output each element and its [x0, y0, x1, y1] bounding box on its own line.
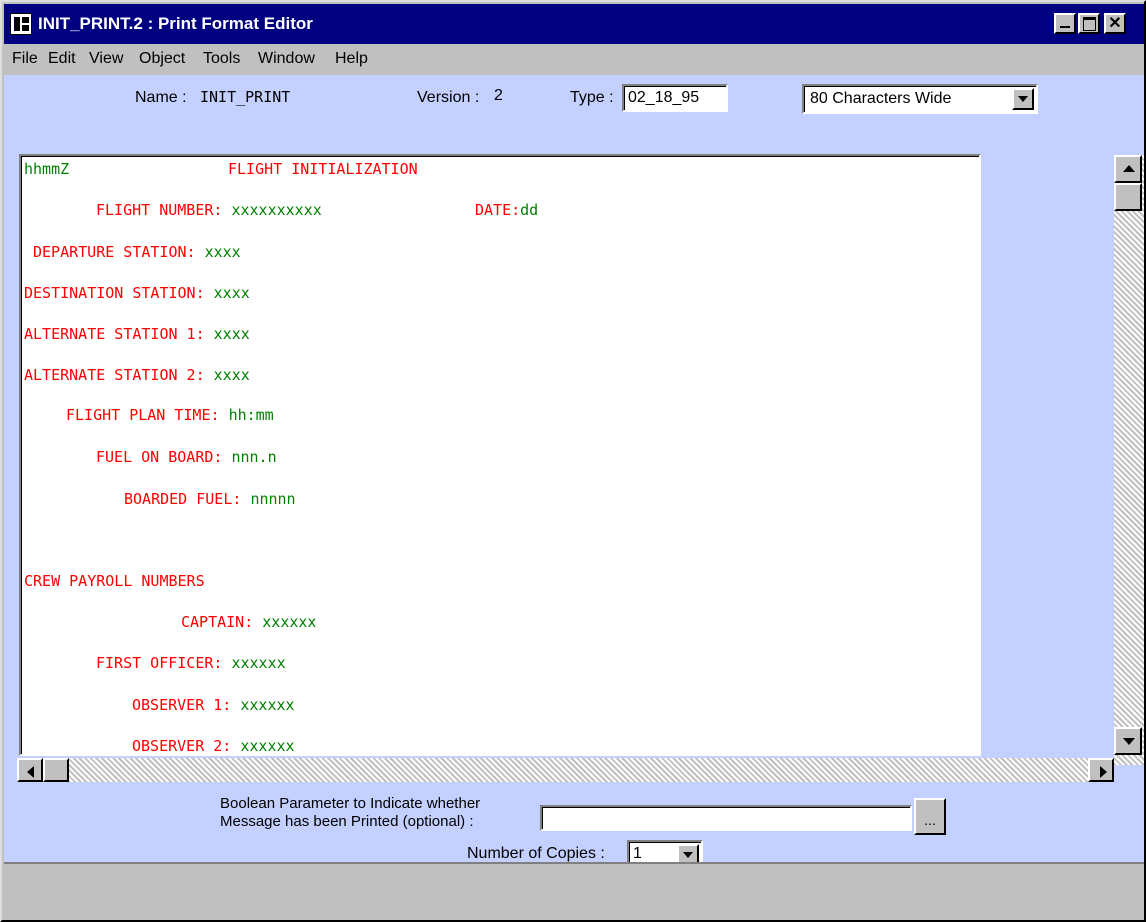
horizontal-scrollbar[interactable] [17, 758, 1114, 782]
scroll-up-icon[interactable] [1114, 155, 1142, 183]
menu-edit[interactable]: Edit [48, 50, 76, 68]
boolean-label-line2: Message has been Printed (optional) : [220, 813, 474, 830]
vertical-scroll-thumb[interactable] [1114, 183, 1142, 211]
editor-line: BOARDED FUEL: nnnnn [124, 490, 296, 508]
boolean-label-line1: Boolean Parameter to Indicate whether [220, 795, 481, 812]
menu-object[interactable]: Object [139, 50, 185, 68]
editor-line: CAPTAIN: xxxxxx [181, 613, 316, 631]
editor-line: DESTINATION STATION: xxxx [24, 284, 250, 302]
status-bar [4, 862, 1144, 920]
type-label: Type : [570, 89, 614, 106]
field-label: FLIGHT NUMBER: [96, 201, 223, 219]
scroll-down-icon[interactable] [1114, 727, 1142, 755]
field-value: xxxxxxxxxx [231, 201, 322, 219]
menu-file[interactable]: File [12, 50, 38, 68]
width-select[interactable]: 80 Characters Wide [802, 84, 1038, 114]
menu-help[interactable]: Help [335, 50, 368, 68]
editor-margin [981, 154, 1087, 756]
field-value: xxxxxx [231, 654, 286, 672]
field-value: dd [520, 201, 539, 219]
field-label: DEPARTURE STATION: [33, 243, 196, 261]
field-value: xxxxxx [262, 613, 317, 631]
field-value: nnn.n [231, 448, 277, 466]
close-icon: ✕ [1108, 15, 1122, 32]
editor-line: FIRST OFFICER: xxxxxx [96, 654, 286, 672]
field-label: DATE: [475, 201, 521, 219]
title-bar[interactable]: INIT_PRINT.2 : Print Format Editor ✕ [4, 4, 1144, 44]
field-value: xxxx [204, 243, 241, 261]
type-field[interactable]: 02_18_95 [622, 84, 728, 112]
field-value: hh:mm [228, 406, 274, 424]
editor-line: FLIGHT NUMBER: xxxxxxxxxx [96, 201, 322, 219]
horizontal-scroll-thumb[interactable] [43, 758, 69, 782]
menu-view[interactable]: View [89, 50, 123, 68]
window-title: INIT_PRINT.2 : Print Format Editor [38, 14, 313, 33]
version-value: 2 [494, 87, 503, 104]
scroll-right-icon[interactable] [1088, 758, 1114, 782]
vertical-scrollbar[interactable] [1114, 155, 1144, 765]
form-area: Name : INIT_PRINT Version : 2 Type : 02_… [4, 75, 1144, 868]
editor-line: DATE:dd [475, 201, 538, 219]
editor-line: hhmmZ [24, 160, 69, 178]
width-select-value: 80 Characters Wide [810, 90, 952, 107]
menu-tools[interactable]: Tools [203, 50, 240, 68]
field-value: hhmmZ [24, 160, 70, 178]
scroll-left-icon[interactable] [17, 758, 43, 782]
field-value: xxxx [213, 366, 250, 384]
field-value: xxxxxx [240, 737, 295, 755]
chevron-down-icon[interactable] [1012, 88, 1034, 110]
report-title: FLIGHT INITIALIZATION [228, 160, 418, 178]
field-label: FLIGHT PLAN TIME: [66, 406, 220, 424]
field-label: ALTERNATE STATION 2: [24, 366, 205, 384]
close-button[interactable]: ✕ [1104, 13, 1126, 34]
editor-line: OBSERVER 2: xxxxxx [132, 737, 295, 755]
browse-button[interactable]: ... [914, 798, 946, 835]
editor-line: ALTERNATE STATION 2: xxxx [24, 366, 250, 384]
menu-bar: File Edit View Object Tools Window Help [4, 46, 1144, 74]
field-label: CAPTAIN: [181, 613, 254, 631]
field-value: xxxx [213, 284, 250, 302]
field-label: OBSERVER 2: [132, 737, 232, 755]
print-format-editor-window: INIT_PRINT.2 : Print Format Editor ✕ Fil… [0, 0, 1146, 922]
field-label: ALTERNATE STATION 1: [24, 325, 205, 343]
boolean-parameter-field[interactable] [540, 805, 912, 831]
field-value: nnnnn [250, 490, 296, 508]
field-label: FUEL ON BOARD: [96, 448, 223, 466]
editor-line: DEPARTURE STATION: xxxx [33, 243, 241, 261]
field-label: FIRST OFFICER: [96, 654, 223, 672]
field-value: xxxxxx [240, 696, 295, 714]
name-label: Name : [135, 89, 187, 106]
name-value: INIT_PRINT [200, 88, 291, 106]
field-label: OBSERVER 1: [132, 696, 232, 714]
editor-line: ALTERNATE STATION 1: xxxx [24, 325, 250, 343]
crew-section-heading: CREW PAYROLL NUMBERS [24, 572, 205, 590]
version-label: Version : [417, 89, 480, 106]
editor-line: OBSERVER 1: xxxxxx [132, 696, 295, 714]
field-label: DESTINATION STATION: [24, 284, 205, 302]
format-editor-canvas[interactable]: hhmmZ FLIGHT INITIALIZATION FLIGHT NUMBE… [19, 154, 981, 756]
maximize-button[interactable] [1078, 13, 1100, 34]
menu-window[interactable]: Window [258, 50, 315, 68]
copies-label: Number of Copies : [467, 845, 605, 862]
editor-line: FLIGHT PLAN TIME: hh:mm [66, 406, 274, 424]
app-icon[interactable] [10, 13, 32, 35]
minimize-button[interactable] [1054, 13, 1076, 34]
field-value: xxxx [213, 325, 250, 343]
field-label: BOARDED FUEL: [124, 490, 242, 508]
editor-line: FUEL ON BOARD: nnn.n [96, 448, 277, 466]
copies-select-value: 1 [633, 845, 642, 862]
